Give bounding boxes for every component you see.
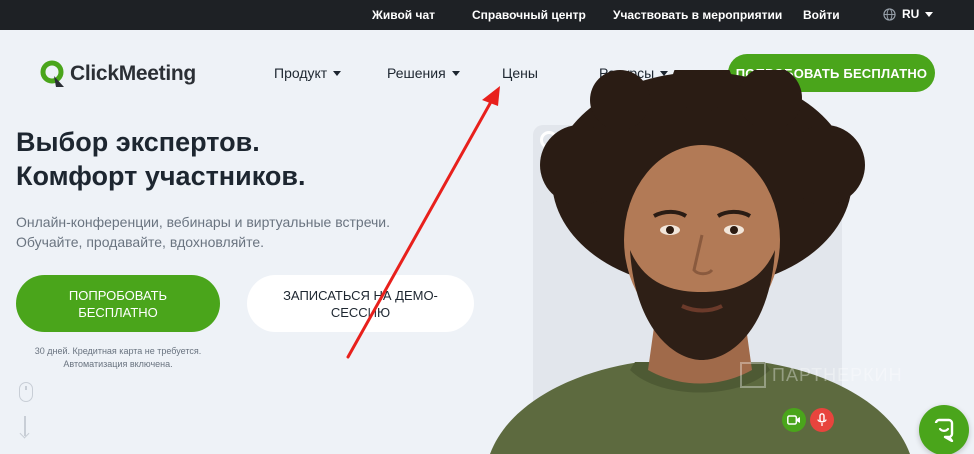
clickmeeting-logo[interactable]: ClickMeeting bbox=[40, 60, 196, 88]
language-selector[interactable]: RU bbox=[883, 7, 934, 21]
arrow-down-icon[interactable] bbox=[24, 416, 26, 436]
try-free-button[interactable]: ПОПРОБОВАТЬ БЕСПЛАТНО bbox=[16, 275, 220, 332]
trial-note-line-1: 30 дней. Кредитная карта не требуется. bbox=[34, 346, 202, 356]
live-chat-link[interactable]: Живой чат bbox=[372, 8, 435, 22]
trial-note: 30 дней. Кредитная карта не требуется. А… bbox=[16, 345, 220, 371]
microphone-button[interactable] bbox=[810, 408, 834, 432]
camera-icon bbox=[787, 415, 800, 425]
mouse-icon bbox=[19, 382, 33, 402]
chat-icon bbox=[934, 418, 954, 442]
logo-text: ClickMeeting bbox=[70, 62, 196, 85]
book-demo-button[interactable]: ЗАПИСАТЬСЯ НА ДЕМО-СЕССИЮ bbox=[247, 275, 474, 332]
login-link[interactable]: Войти bbox=[803, 8, 840, 22]
trial-note-line-2: Автоматизация включена. bbox=[63, 359, 173, 369]
nav-product-label: Продукт bbox=[274, 65, 328, 81]
watermark-logo-icon bbox=[740, 362, 766, 388]
partnerkin-watermark: ПАРТНЕРКИН bbox=[740, 362, 903, 388]
nav-solutions-label: Решения bbox=[387, 65, 446, 81]
chevron-down-icon bbox=[925, 11, 934, 17]
help-center-link[interactable]: Справочный центр bbox=[472, 8, 586, 22]
chevron-down-icon bbox=[451, 70, 460, 76]
headline-line-1: Выбор экспертов. bbox=[16, 127, 260, 157]
chat-widget-button[interactable] bbox=[919, 405, 969, 454]
nav-product[interactable]: Продукт bbox=[274, 65, 342, 81]
logo-icon bbox=[40, 60, 64, 87]
hero-headline: Выбор экспертов. Комфорт участников. bbox=[16, 125, 305, 193]
microphone-icon bbox=[817, 413, 827, 426]
nav-solutions[interactable]: Решения bbox=[387, 65, 460, 81]
headline-line-2: Комфорт участников. bbox=[16, 161, 306, 191]
hero-subtitle: Онлайн-конференции, вебинары и виртуальн… bbox=[16, 214, 391, 250]
hero-person-image bbox=[490, 70, 910, 454]
events-link[interactable]: Участвовать в мероприятии bbox=[613, 8, 782, 22]
camera-button[interactable] bbox=[782, 408, 806, 432]
chevron-down-icon bbox=[333, 70, 342, 76]
language-label: RU bbox=[902, 7, 920, 21]
top-utility-bar: Живой чат Справочный центр Участвовать в… bbox=[0, 0, 974, 30]
watermark-text: ПАРТНЕРКИН bbox=[772, 364, 903, 385]
globe-icon bbox=[883, 7, 896, 21]
